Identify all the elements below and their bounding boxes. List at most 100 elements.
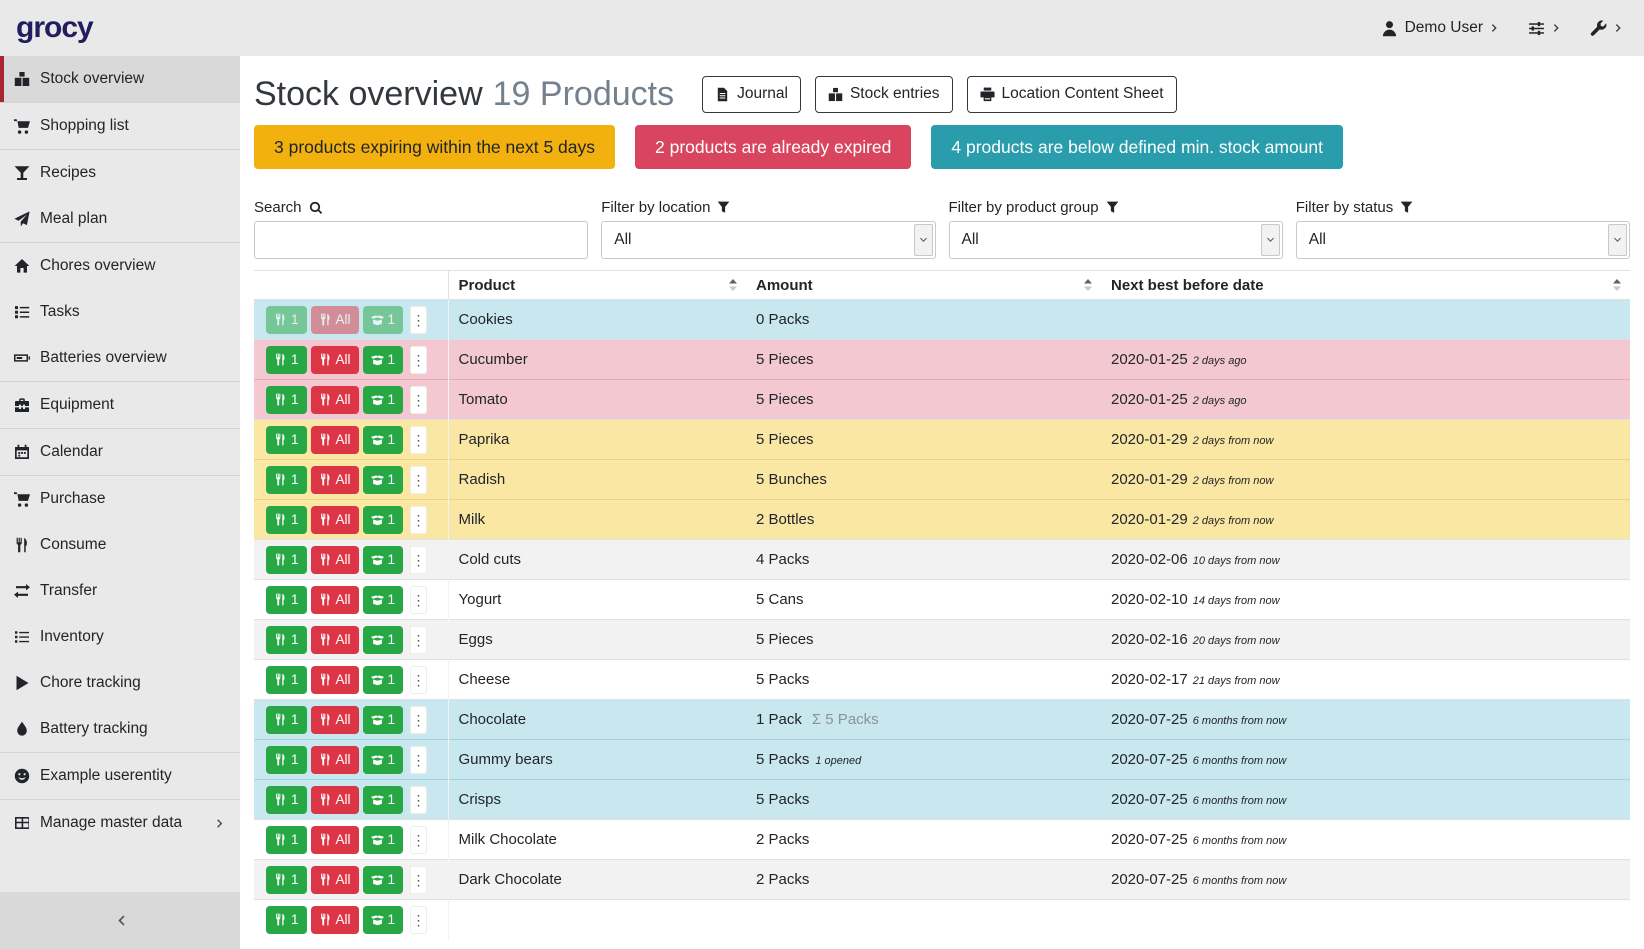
sidebar-item-recipes[interactable]: Recipes — [0, 150, 240, 196]
row-menu-button[interactable]: ⋮ — [410, 346, 427, 374]
location-content-sheet-button[interactable]: Location Content Sheet — [967, 76, 1177, 113]
open-one-button[interactable]: 1 — [363, 466, 404, 494]
consume-one-button[interactable]: 1 — [266, 546, 307, 574]
sidebar-item-inventory[interactable]: Inventory — [0, 614, 240, 660]
consume-all-button[interactable]: All — [311, 426, 359, 454]
row-menu-button[interactable]: ⋮ — [410, 906, 427, 934]
consume-one-button[interactable]: 1 — [266, 426, 307, 454]
open-one-button[interactable]: 1 — [363, 866, 404, 894]
open-one-button[interactable]: 1 — [363, 306, 404, 334]
consume-all-button[interactable]: All — [311, 306, 359, 334]
consume-one-button[interactable]: 1 — [266, 866, 307, 894]
open-one-button[interactable]: 1 — [363, 346, 404, 374]
row-menu-button[interactable]: ⋮ — [410, 866, 427, 894]
sidebar-item-shopping-list[interactable]: Shopping list — [0, 103, 240, 149]
consume-one-button[interactable]: 1 — [266, 346, 307, 374]
sidebar-item-equipment[interactable]: Equipment — [0, 382, 240, 428]
user-menu[interactable]: Demo User — [1381, 19, 1500, 37]
product-group-filter-select[interactable]: All — [949, 221, 1283, 259]
consume-all-button[interactable]: All — [311, 346, 359, 374]
row-menu-button[interactable]: ⋮ — [410, 626, 427, 654]
consume-one-button[interactable]: 1 — [266, 586, 307, 614]
column-header-best-before[interactable]: Next best before date — [1101, 271, 1630, 300]
sidebar-item-transfer[interactable]: Transfer — [0, 568, 240, 614]
open-one-button[interactable]: 1 — [363, 706, 404, 734]
sidebar-item-stock-overview[interactable]: Stock overview — [0, 56, 240, 102]
consume-one-button[interactable]: 1 — [266, 386, 307, 414]
sidebar-item-batteries-overview[interactable]: Batteries overview — [0, 335, 240, 381]
consume-all-button[interactable]: All — [311, 466, 359, 494]
open-one-button[interactable]: 1 — [363, 626, 404, 654]
row-menu-button[interactable]: ⋮ — [410, 466, 427, 494]
open-one-button[interactable]: 1 — [363, 426, 404, 454]
sidebar-item-calendar[interactable]: Calendar — [0, 429, 240, 475]
row-menu-button[interactable]: ⋮ — [410, 506, 427, 534]
consume-one-button[interactable]: 1 — [266, 826, 307, 854]
row-menu-button[interactable]: ⋮ — [410, 786, 427, 814]
row-menu-button[interactable]: ⋮ — [410, 386, 427, 414]
status-banner[interactable]: 2 products are already expired — [635, 125, 911, 169]
tint-icon — [14, 721, 30, 737]
sidebar-item-chores-overview[interactable]: Chores overview — [0, 243, 240, 289]
sidebar-item-meal-plan[interactable]: Meal plan — [0, 196, 240, 242]
row-menu-button[interactable]: ⋮ — [410, 826, 427, 854]
sidebar-item-example-userentity[interactable]: Example userentity — [0, 753, 240, 799]
consume-one-button[interactable]: 1 — [266, 626, 307, 654]
sidebar-item-tasks[interactable]: Tasks — [0, 289, 240, 335]
search-input[interactable] — [254, 221, 588, 259]
settings-menu[interactable] — [1528, 20, 1562, 37]
row-menu-button[interactable]: ⋮ — [410, 306, 427, 334]
consume-one-button[interactable]: 1 — [266, 706, 307, 734]
consume-all-button[interactable]: All — [311, 586, 359, 614]
consume-all-button[interactable]: All — [311, 666, 359, 694]
consume-all-button[interactable]: All — [311, 546, 359, 574]
sidebar-item-chore-tracking[interactable]: Chore tracking — [0, 660, 240, 706]
status-banner[interactable]: 3 products expiring within the next 5 da… — [254, 125, 615, 169]
open-one-button[interactable]: 1 — [363, 586, 404, 614]
sidebar-collapse-button[interactable] — [0, 892, 240, 949]
location-filter-select[interactable]: All — [601, 221, 935, 259]
consume-one-button[interactable]: 1 — [266, 666, 307, 694]
stock-entries-button[interactable]: Stock entries — [815, 76, 953, 113]
consume-all-button[interactable]: All — [311, 746, 359, 774]
consume-one-button[interactable]: 1 — [266, 306, 307, 334]
consume-one-button[interactable]: 1 — [266, 906, 307, 934]
consume-one-button[interactable]: 1 — [266, 786, 307, 814]
row-menu-button[interactable]: ⋮ — [410, 426, 427, 454]
sidebar-item-battery-tracking[interactable]: Battery tracking — [0, 706, 240, 752]
open-one-button[interactable]: 1 — [363, 786, 404, 814]
sidebar-item-manage-master-data[interactable]: Manage master data — [0, 800, 240, 846]
consume-all-button[interactable]: All — [311, 786, 359, 814]
row-menu-button[interactable]: ⋮ — [410, 746, 427, 774]
open-one-button[interactable]: 1 — [363, 666, 404, 694]
consume-all-button[interactable]: All — [311, 506, 359, 534]
row-menu-button[interactable]: ⋮ — [410, 706, 427, 734]
row-menu-button[interactable]: ⋮ — [410, 666, 427, 694]
journal-button[interactable]: Journal — [702, 76, 801, 113]
consume-all-button[interactable]: All — [311, 386, 359, 414]
open-one-button[interactable]: 1 — [363, 506, 404, 534]
admin-menu[interactable] — [1590, 20, 1624, 37]
app-logo[interactable]: grocy — [16, 13, 93, 43]
consume-all-button[interactable]: All — [311, 706, 359, 734]
sidebar-item-consume[interactable]: Consume — [0, 522, 240, 568]
row-menu-button[interactable]: ⋮ — [410, 546, 427, 574]
row-menu-button[interactable]: ⋮ — [410, 586, 427, 614]
sidebar-item-purchase[interactable]: Purchase — [0, 476, 240, 522]
consume-one-button[interactable]: 1 — [266, 466, 307, 494]
column-header-product[interactable]: Product — [448, 271, 746, 300]
open-one-button[interactable]: 1 — [363, 386, 404, 414]
status-filter-select[interactable]: All — [1296, 221, 1630, 259]
consume-all-button[interactable]: All — [311, 866, 359, 894]
open-one-button[interactable]: 1 — [363, 826, 404, 854]
open-one-button[interactable]: 1 — [363, 746, 404, 774]
consume-all-button[interactable]: All — [311, 826, 359, 854]
consume-one-button[interactable]: 1 — [266, 506, 307, 534]
open-one-button[interactable]: 1 — [363, 906, 404, 934]
consume-all-button[interactable]: All — [311, 906, 359, 934]
consume-one-button[interactable]: 1 — [266, 746, 307, 774]
status-banner[interactable]: 4 products are below defined min. stock … — [931, 125, 1343, 169]
column-header-amount[interactable]: Amount — [746, 271, 1101, 300]
consume-all-button[interactable]: All — [311, 626, 359, 654]
open-one-button[interactable]: 1 — [363, 546, 404, 574]
